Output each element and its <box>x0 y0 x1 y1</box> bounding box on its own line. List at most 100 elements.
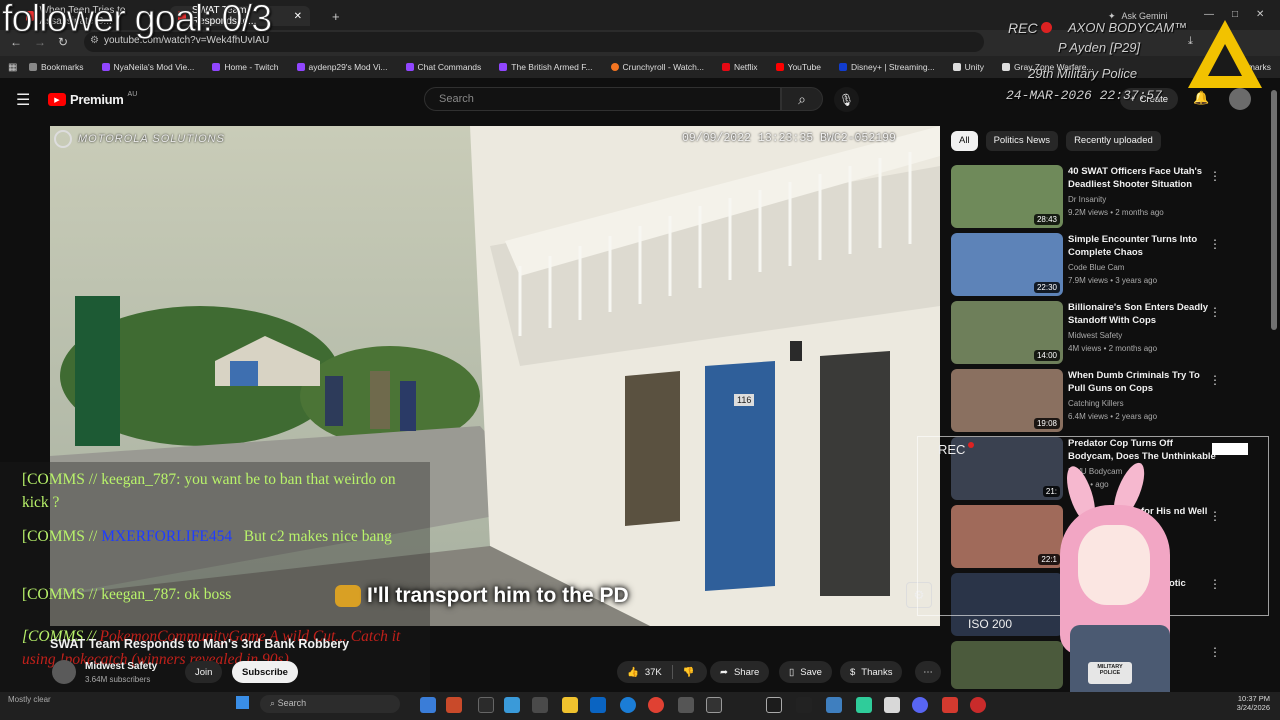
channel-name[interactable]: Midwest Safety <box>85 661 157 672</box>
taskbar-app-icon[interactable] <box>766 697 782 713</box>
person-figure <box>325 376 343 426</box>
bookmark-label: Disney+ | Streaming... <box>850 62 935 72</box>
thumbs-up-icon[interactable]: 👍 <box>627 667 639 678</box>
video-thumbnail[interactable]: 28:43 <box>951 165 1063 228</box>
recommendation-title[interactable]: Simple Encounter Turns Into Complete Cha… <box>1068 233 1218 259</box>
chat-prefix: [COMMS // <box>22 586 102 603</box>
duration-badge: 14:00 <box>1033 350 1060 361</box>
recommendation-item[interactable]: 22:30 Simple Encounter Turns Into Comple… <box>951 233 1271 297</box>
taskbar-app-icon[interactable] <box>796 697 812 713</box>
taskbar-app-icon[interactable] <box>446 697 462 713</box>
recommendation-title[interactable]: Billionaire's Son Enters Deadly Standoff… <box>1068 301 1218 327</box>
more-vertical-icon[interactable]: ⋮ <box>1209 373 1221 387</box>
disney-icon <box>838 63 847 71</box>
bookmark-item[interactable]: Chat Commands <box>397 62 491 72</box>
recommendation-channel[interactable]: Code Blue Cam <box>1068 263 1124 272</box>
taskbar-clock[interactable]: 10:37 PM 3/24/2026 <box>1226 694 1270 712</box>
taskbar-app-icon[interactable] <box>420 697 436 713</box>
apps-icon[interactable]: ▦ <box>8 62 20 73</box>
taskbar-app-icon[interactable] <box>884 697 900 713</box>
join-button[interactable]: Join <box>185 661 223 683</box>
video-thumbnail[interactable]: 19:08 <box>951 369 1063 432</box>
scrollbar-thumb[interactable] <box>1271 90 1277 330</box>
recommendation-channel[interactable]: Midwest Safety <box>1068 331 1122 340</box>
taskbar-app-icon[interactable] <box>504 697 520 713</box>
new-tab-button[interactable]: + <box>324 6 348 26</box>
chip-recently-uploaded[interactable]: Recently uploaded <box>1066 131 1161 151</box>
youtube-logo[interactable]: ▶ Premium AU <box>48 91 137 107</box>
video-thumbnail[interactable]: 22:30 <box>951 233 1063 296</box>
windows-start-icon[interactable] <box>236 696 249 709</box>
taskbar-app-icon[interactable] <box>478 697 494 713</box>
taskbar-app-icon[interactable] <box>706 697 722 713</box>
chat-prefix: [COMMS // <box>22 528 102 545</box>
more-actions-button[interactable]: ⋯ <box>915 661 941 683</box>
recommendation-item[interactable]: 19:08 When Dumb Criminals Try To Pull Gu… <box>951 369 1271 433</box>
axon-logo-icon <box>1188 20 1262 88</box>
bookmark-item[interactable]: Home - Twitch <box>203 62 287 72</box>
bookmark-item[interactable]: Crunchyroll - Watch... <box>602 62 713 72</box>
taskbar-app-icon[interactable] <box>532 697 548 713</box>
video-title: SWAT Team Responds to Man's 3rd Bank Rob… <box>50 637 350 651</box>
taskbar-app-icon[interactable] <box>856 697 872 713</box>
bookmark-item[interactable]: The British Armed F... <box>490 62 601 72</box>
channel-avatar[interactable] <box>52 660 76 684</box>
clock-date: 3/24/2026 <box>1236 703 1270 712</box>
bookmark-label: Chat Commands <box>417 62 482 72</box>
edge-icon[interactable] <box>620 697 636 713</box>
recommendation-title[interactable]: 40 SWAT Officers Face Utah's Deadliest S… <box>1068 165 1218 191</box>
taskbar-app-icon[interactable] <box>590 697 606 713</box>
taskbar-app-icon[interactable] <box>678 697 694 713</box>
recommendation-title[interactable]: When Dumb Criminals Try To Pull Guns on … <box>1068 369 1218 395</box>
bookmark-item[interactable]: aydenp29's Mod Vi... <box>288 62 397 72</box>
discord-icon[interactable] <box>912 697 928 713</box>
taskbar-app-icon[interactable] <box>970 697 986 713</box>
recommendation-item[interactable]: 14:00 Billionaire's Son Enters Deadly St… <box>951 301 1271 365</box>
taskbar-app-icon[interactable] <box>942 697 958 713</box>
bookmark-item[interactable]: NyaNeila's Mod Vie... <box>93 62 204 72</box>
recommendation-channel[interactable]: Catching Killers <box>1068 399 1124 408</box>
battery-icon <box>1212 443 1248 455</box>
voice-search-button[interactable]: 🎙 <box>834 87 859 112</box>
weather-widget[interactable]: Mostly clear <box>8 695 51 704</box>
rec-label: REC <box>1008 20 1038 36</box>
close-tab-icon[interactable]: ✕ <box>294 11 302 22</box>
video-thumbnail[interactable]: 14:00 <box>951 301 1063 364</box>
like-count[interactable]: 37K <box>645 667 662 678</box>
chip-politics-news[interactable]: Politics News <box>985 131 1059 151</box>
file-explorer-icon[interactable] <box>562 697 578 713</box>
bookmark-item[interactable]: Netflix <box>713 62 767 72</box>
bookmark-item[interactable]: YouTube <box>767 62 830 72</box>
crunchyroll-icon <box>610 63 619 71</box>
bookmark-item[interactable]: Unity <box>944 62 993 72</box>
share-button[interactable]: ➦ Share <box>710 661 770 683</box>
chrome-icon[interactable] <box>648 697 664 713</box>
save-button[interactable]: ▯ Save <box>779 661 832 683</box>
bookmark-item[interactable]: Disney+ | Streaming... <box>830 62 944 72</box>
subscribe-button[interactable]: Subscribe <box>232 661 298 683</box>
taskbar-search[interactable]: ⌕ Search <box>260 695 400 713</box>
chip-all[interactable]: All <box>951 131 978 151</box>
recommendation-channel[interactable]: Dr Insanity <box>1068 195 1106 204</box>
video-thumbnail[interactable] <box>951 641 1063 689</box>
more-vertical-icon[interactable]: ⋮ <box>1209 645 1221 659</box>
thanks-button[interactable]: $ Thanks <box>840 661 903 683</box>
search-input[interactable]: Search <box>424 87 781 111</box>
twitch-icon <box>296 63 305 71</box>
duration-badge: 28:43 <box>1033 214 1060 225</box>
twitch-icon <box>499 63 508 71</box>
more-vertical-icon[interactable]: ⋮ <box>1209 169 1221 183</box>
recommendation-item[interactable]: 28:43 40 SWAT Officers Face Utah's Deadl… <box>951 165 1271 229</box>
search-icon: ⌕ <box>798 90 806 107</box>
follower-goal-overlay: follower goal: 0/3 <box>1 0 272 41</box>
more-vertical-icon[interactable]: ⋮ <box>1209 305 1221 319</box>
clock-time: 10:37 PM <box>1237 694 1270 703</box>
search-button[interactable]: ⌕ <box>781 87 823 111</box>
thumbs-down-icon[interactable]: 👎 <box>683 667 695 678</box>
taskbar-app-icon[interactable] <box>826 697 842 713</box>
hamburger-menu-icon[interactable]: ☰ <box>16 90 30 110</box>
more-vertical-icon[interactable]: ⋮ <box>1209 237 1221 251</box>
camera-brand: MOTOROLA SOLUTIONS <box>54 130 225 148</box>
twitch-icon <box>405 63 414 71</box>
bookmark-item[interactable]: Bookmarks <box>20 62 93 72</box>
